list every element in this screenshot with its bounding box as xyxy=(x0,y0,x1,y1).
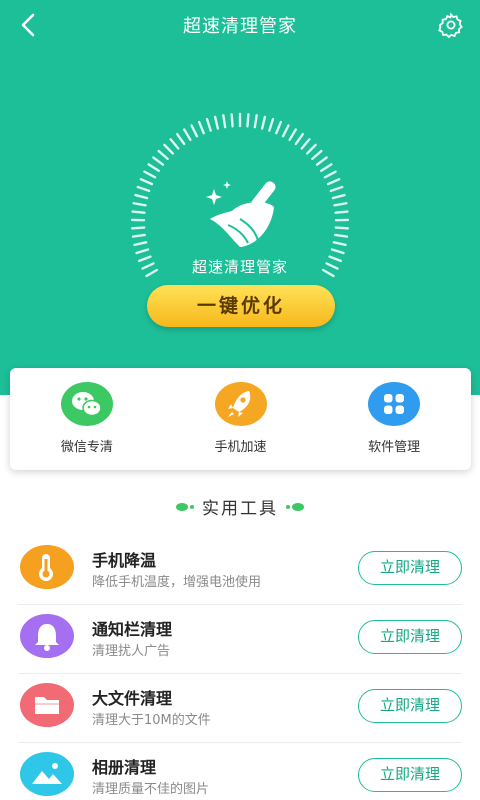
tool-description: 清理扰人广告 xyxy=(92,644,171,659)
progress-tick xyxy=(333,233,349,238)
tools-section-title: 实用工具 xyxy=(202,499,278,519)
progress-tick xyxy=(275,120,283,135)
tool-description: 降低手机温度，增强电池使用 xyxy=(92,575,262,590)
progress-tick xyxy=(182,128,192,142)
gear-icon[interactable] xyxy=(438,12,464,38)
progress-tick xyxy=(130,226,146,230)
progress-tick xyxy=(331,193,346,200)
photo-icon xyxy=(20,752,74,796)
progress-tick xyxy=(332,241,347,247)
progress-tick xyxy=(334,210,349,214)
decorative-dots-left xyxy=(175,502,194,511)
progress-tick xyxy=(152,156,165,166)
quick-action-label: 手机加速 xyxy=(214,440,267,455)
folder-icon xyxy=(20,683,74,727)
progress-tick xyxy=(294,132,305,146)
progress-tick xyxy=(134,193,149,200)
quick-action-phone-boost[interactable]: 手机加速 xyxy=(164,368,318,470)
progress-tick xyxy=(169,138,180,150)
progress-tick xyxy=(306,143,317,155)
thermometer-icon xyxy=(20,545,74,589)
tool-name: 大文件清理 xyxy=(92,689,173,708)
tool-row-phone-cooling: 手机降温 降低手机温度，增强电池使用 立即清理 xyxy=(0,535,480,604)
progress-tick xyxy=(197,120,205,135)
clean-now-button[interactable]: 立即清理 xyxy=(358,620,462,654)
quick-action-app-manage[interactable]: 软件管理 xyxy=(317,368,471,470)
progress-tick xyxy=(300,138,311,150)
tool-row-large-file-clean: 大文件清理 清理大于10M的文件 立即清理 xyxy=(0,673,480,742)
tool-name: 相册清理 xyxy=(92,758,157,777)
progress-tick xyxy=(311,149,323,161)
progress-tick xyxy=(190,124,199,138)
brand-label: 超速清理管家 xyxy=(191,258,288,276)
quick-action-label: 微信专清 xyxy=(60,440,113,455)
progress-tick xyxy=(333,202,348,207)
hero-panel: 超速清理管家 超速清理管家 一键优化 xyxy=(0,0,480,395)
clean-now-button[interactable]: 立即清理 xyxy=(358,758,462,792)
quick-actions-card: 微信专清 手机加速 软件管理 xyxy=(10,368,471,470)
tool-description: 清理质量不佳的图片 xyxy=(92,782,210,797)
progress-tick xyxy=(139,178,154,186)
wechat-icon xyxy=(60,382,113,426)
progress-tick xyxy=(135,248,150,255)
progress-tick xyxy=(253,114,258,129)
broom-icon xyxy=(206,181,276,247)
tools-section-header: 实用工具 xyxy=(0,494,480,520)
progress-tick xyxy=(281,124,290,138)
progress-tick xyxy=(131,210,146,214)
progress-tick xyxy=(288,128,298,142)
progress-tick xyxy=(132,202,147,207)
decorative-dots-right xyxy=(286,502,305,511)
progress-tick xyxy=(131,233,147,238)
rocket-icon xyxy=(214,382,267,426)
progress-tick xyxy=(133,241,148,247)
progress-tick xyxy=(205,117,212,132)
tool-row-notification-clean: 通知栏清理 清理扰人广告 立即清理 xyxy=(0,604,480,673)
progress-tick xyxy=(329,185,344,193)
tool-list: 手机降温 降低手机温度，增强电池使用 立即清理 通知栏清理 清理扰人广告 立即清… xyxy=(0,535,480,800)
progress-tick xyxy=(315,156,328,166)
progress-tick xyxy=(163,143,174,155)
progress-tick xyxy=(143,170,157,179)
clean-now-button[interactable]: 立即清理 xyxy=(358,689,462,723)
one-click-optimize-button[interactable]: 一键优化 xyxy=(147,285,335,327)
top-bar: 超速清理管家 xyxy=(0,0,480,50)
progress-tick xyxy=(230,113,234,128)
tool-name: 通知栏清理 xyxy=(92,620,173,639)
progress-tick xyxy=(246,113,250,128)
progress-tick xyxy=(136,185,151,193)
progress-tick xyxy=(323,170,337,179)
page-title: 超速清理管家 xyxy=(183,16,297,37)
bell-icon xyxy=(20,614,74,658)
progress-tick xyxy=(334,226,350,230)
progress-tick xyxy=(326,178,341,186)
progress-tick xyxy=(222,114,227,129)
progress-tick xyxy=(157,149,169,161)
clean-now-button[interactable]: 立即清理 xyxy=(358,551,462,585)
progress-tick xyxy=(175,132,186,146)
progress-tick xyxy=(268,117,275,132)
quick-action-wechat-clean[interactable]: 微信专清 xyxy=(10,368,164,470)
progress-tick xyxy=(213,115,220,130)
tool-description: 清理大于10M的文件 xyxy=(92,713,211,728)
app-grid-icon xyxy=(368,382,421,426)
progress-tick xyxy=(260,115,267,130)
tool-name: 手机降温 xyxy=(92,551,157,570)
progress-tick xyxy=(320,163,333,173)
quick-action-label: 软件管理 xyxy=(368,440,421,455)
tool-row-album-clean: 相册清理 清理质量不佳的图片 立即清理 xyxy=(0,742,480,800)
progress-tick xyxy=(147,163,160,173)
progress-tick xyxy=(330,248,345,255)
